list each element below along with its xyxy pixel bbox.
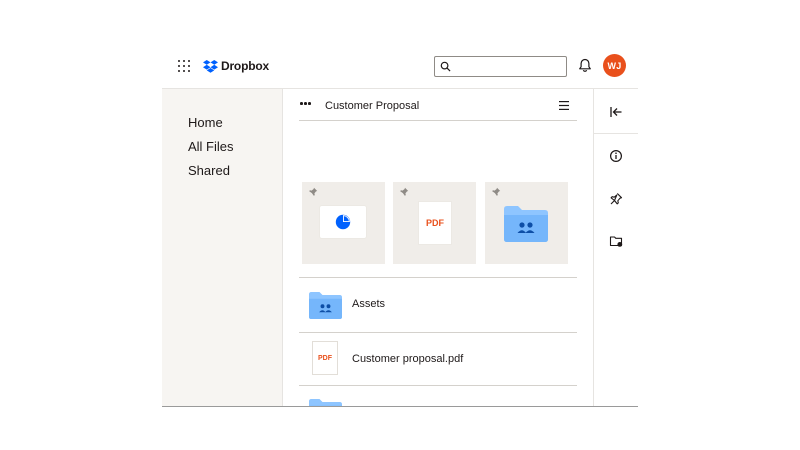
- presentation-thumbnail: [320, 206, 366, 238]
- breadcrumb-bar: Customer Proposal: [299, 89, 577, 121]
- pin-icon: [308, 187, 318, 197]
- pinned-tile-shared-folder[interactable]: [485, 182, 568, 264]
- brand-name: Dropbox: [221, 59, 269, 73]
- nav-item-all-files[interactable]: All Files: [188, 139, 234, 154]
- pdf-thumbnail: PDF: [419, 202, 451, 244]
- pin-icon[interactable]: [609, 192, 623, 206]
- info-icon[interactable]: [609, 149, 623, 163]
- rail-divider: [594, 133, 638, 134]
- file-row-customer-proposal-pdf[interactable]: PDF Customer proposal.pdf: [299, 333, 577, 385]
- shared-folder-icon: [309, 292, 342, 319]
- dropbox-logo[interactable]: Dropbox: [203, 58, 269, 74]
- top-bar: Dropbox WJ: [162, 40, 638, 89]
- pin-icon: [399, 187, 409, 197]
- dropbox-icon: [203, 59, 218, 73]
- file-row-partial[interactable]: [299, 387, 577, 406]
- notifications-bell-icon[interactable]: [578, 58, 592, 73]
- left-navigation: Home All Files Shared: [162, 89, 283, 406]
- pie-chart-icon: [335, 214, 351, 230]
- more-options-icon[interactable]: [300, 102, 313, 105]
- nav-item-shared[interactable]: Shared: [188, 163, 230, 178]
- user-avatar[interactable]: WJ: [603, 54, 626, 77]
- file-row-assets[interactable]: Assets: [299, 279, 577, 331]
- search-box[interactable]: [434, 56, 567, 77]
- collapse-icon[interactable]: [609, 105, 623, 119]
- pinned-tile-presentation[interactable]: [302, 182, 385, 264]
- search-input[interactable]: [455, 59, 563, 74]
- pdf-file-icon: PDF: [313, 342, 337, 374]
- search-icon: [440, 61, 451, 72]
- pin-icon: [491, 187, 501, 197]
- dropbox-app-window: Dropbox WJ Home All Files Shared Custome…: [162, 40, 638, 407]
- folder-activity-icon[interactable]: [609, 234, 623, 248]
- file-name: Customer proposal.pdf: [352, 353, 464, 365]
- shared-folder-icon: [504, 206, 548, 242]
- section-divider: [299, 277, 577, 278]
- main-content: Customer Proposal PDF Assets PDF Custome…: [283, 89, 593, 406]
- right-rail: [593, 89, 638, 406]
- view-menu-icon[interactable]: [559, 101, 569, 110]
- nav-item-home[interactable]: Home: [188, 115, 223, 130]
- breadcrumb-title[interactable]: Customer Proposal: [325, 100, 419, 112]
- shared-folder-icon: [309, 399, 342, 406]
- row-divider: [299, 385, 577, 386]
- pinned-tile-pdf[interactable]: PDF: [393, 182, 476, 264]
- app-launcher-icon[interactable]: [178, 60, 190, 72]
- file-name: Assets: [352, 298, 386, 310]
